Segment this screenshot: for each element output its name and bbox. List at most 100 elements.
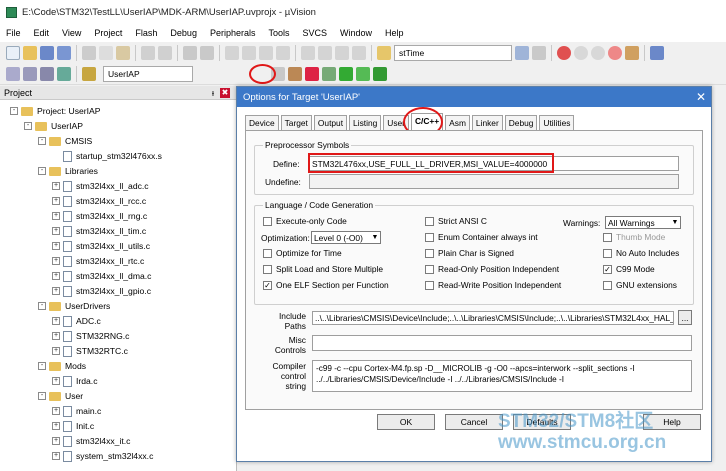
expand-icon[interactable]: +: [52, 212, 60, 220]
tab-debug[interactable]: Debug: [504, 115, 538, 130]
manage-project-items-icon[interactable]: [288, 66, 302, 81]
prev-bookmark-icon[interactable]: [242, 45, 256, 60]
indent-icon[interactable]: [301, 45, 315, 60]
expand-icon[interactable]: +: [52, 332, 60, 340]
expand-icon[interactable]: +: [52, 452, 60, 460]
tree-file-item[interactable]: + stm32l4xx_ll_rcc.c: [52, 194, 146, 208]
tab-linker[interactable]: Linker: [471, 115, 503, 130]
menu-peripherals[interactable]: Peripherals: [210, 28, 256, 38]
rw-pi-checkbox[interactable]: Read-Write Position Independent: [425, 280, 561, 290]
paste-icon[interactable]: [116, 45, 130, 60]
save-icon[interactable]: [40, 45, 54, 60]
ok-button[interactable]: OK: [377, 414, 435, 430]
menu-flash[interactable]: Flash: [135, 28, 157, 38]
expand-icon[interactable]: +: [52, 182, 60, 190]
split-load-checkbox[interactable]: Split Load and Store Multiple: [263, 264, 383, 274]
tab-listing[interactable]: Listing: [349, 115, 382, 130]
menu-debug[interactable]: Debug: [170, 28, 197, 38]
tree-file-item[interactable]: + Irda.c: [52, 374, 98, 388]
expand-icon[interactable]: +: [52, 437, 60, 445]
one-elf-checkbox[interactable]: ✓ One ELF Section per Function: [263, 280, 389, 290]
collapse-icon[interactable]: -: [24, 122, 32, 130]
collapse-icon[interactable]: -: [38, 362, 46, 370]
dialog-close-icon[interactable]: ✕: [691, 90, 711, 104]
pack-installer-icon[interactable]: [305, 66, 319, 81]
open-folder-icon[interactable]: [23, 45, 37, 60]
expand-icon[interactable]: +: [52, 407, 60, 415]
redo-icon[interactable]: [158, 45, 172, 60]
menu-edit[interactable]: Edit: [34, 28, 50, 38]
tree-folder-item[interactable]: - CMSIS: [38, 134, 92, 148]
bookmark-icon[interactable]: [225, 45, 239, 60]
find-in-files-icon[interactable]: [377, 45, 391, 60]
target-select[interactable]: UserIAP: [103, 65, 193, 82]
include-paths-input[interactable]: ..\..\Libraries\CMSIS\Device\Include;..\…: [312, 311, 674, 325]
unindent-icon[interactable]: [318, 45, 332, 60]
clear-bookmarks-icon[interactable]: [276, 45, 290, 60]
cut-icon[interactable]: [82, 45, 96, 60]
tab-utilities[interactable]: Utilities: [539, 115, 575, 130]
new-file-icon[interactable]: [6, 45, 20, 60]
cancel-button[interactable]: Cancel: [445, 414, 503, 430]
tree-file-item[interactable]: + main.c: [52, 404, 101, 418]
collapse-icon[interactable]: -: [38, 167, 46, 175]
gnu-extensions-checkbox[interactable]: GNU extensions: [603, 280, 677, 290]
collapse-icon[interactable]: -: [10, 107, 18, 115]
nav-forward-icon[interactable]: [200, 45, 214, 60]
menu-window[interactable]: Window: [340, 28, 372, 38]
tree-folder-item[interactable]: - Libraries: [38, 164, 98, 178]
expand-icon[interactable]: +: [52, 197, 60, 205]
undefine-input[interactable]: [309, 174, 679, 189]
find-icon[interactable]: [515, 45, 529, 60]
collapse-icon[interactable]: -: [38, 392, 46, 400]
find-combo[interactable]: stTime: [394, 44, 512, 61]
tree-file-item[interactable]: + stm32l4xx_ll_rng.c: [52, 209, 147, 223]
expand-icon[interactable]: +: [52, 242, 60, 250]
menu-help[interactable]: Help: [385, 28, 404, 38]
tree-file-item[interactable]: + system_stm32l4xx.c: [52, 449, 153, 463]
debug-start-icon[interactable]: [557, 45, 571, 60]
expand-icon[interactable]: +: [52, 287, 60, 295]
close-icon[interactable]: ✖: [220, 87, 230, 98]
tab-target[interactable]: Target: [280, 115, 312, 130]
tree-file-item[interactable]: startup_stm32l476xx.s: [52, 149, 162, 163]
next-bookmark-icon[interactable]: [259, 45, 273, 60]
translate-icon[interactable]: [6, 66, 20, 81]
tree-file-item[interactable]: + stm32l4xx_ll_gpio.c: [52, 284, 151, 298]
copy-icon[interactable]: [99, 45, 113, 60]
menu-project[interactable]: Project: [94, 28, 122, 38]
breakpoint-icon[interactable]: [574, 45, 588, 60]
collapse-icon[interactable]: -: [38, 302, 46, 310]
manage-rte-icon[interactable]: [339, 66, 353, 81]
uncomment-icon[interactable]: [352, 45, 366, 60]
tree-file-item[interactable]: + stm32l4xx_ll_tim.c: [52, 224, 146, 238]
no-auto-includes-checkbox[interactable]: No Auto Includes: [603, 248, 679, 258]
plain-char-checkbox[interactable]: Plain Char is Signed: [425, 248, 514, 258]
tree-file-item[interactable]: + stm32l4xx_ll_rtc.c: [52, 254, 144, 268]
c99-mode-checkbox[interactable]: ✓ C99 Mode: [603, 264, 655, 274]
download-icon[interactable]: [82, 66, 96, 81]
expand-icon[interactable]: +: [52, 422, 60, 430]
tab-output[interactable]: Output: [313, 115, 348, 130]
tree-file-item[interactable]: + stm32l4xx_ll_adc.c: [52, 179, 149, 193]
disable-breakpoint-icon[interactable]: [591, 45, 605, 60]
optimization-select[interactable]: Level 0 (-O0) ▼: [311, 231, 381, 244]
warnings-select[interactable]: All Warnings ▼: [605, 216, 681, 229]
tree-file-item[interactable]: + stm32l4xx_it.c: [52, 434, 130, 448]
menu-svcs[interactable]: SVCS: [303, 28, 328, 38]
tab-device[interactable]: Device: [245, 115, 279, 130]
expand-icon[interactable]: +: [52, 377, 60, 385]
strict-ansi-checkbox[interactable]: Strict ANSI C: [425, 216, 487, 226]
execute-only-checkbox[interactable]: Execute-only Code: [263, 216, 347, 226]
optimize-time-checkbox[interactable]: Optimize for Time: [263, 248, 342, 258]
software-packs-icon[interactable]: [356, 66, 370, 81]
tree-file-item[interactable]: + STM32RTC.c: [52, 344, 128, 358]
tree-folder-item[interactable]: - Mods: [38, 359, 86, 373]
tree-file-item[interactable]: + STM32RNG.c: [52, 329, 129, 343]
menu-view[interactable]: View: [62, 28, 81, 38]
tree-file-item[interactable]: + Init.c: [52, 419, 94, 433]
tree-root-item[interactable]: - Project: UserIAP: [10, 104, 101, 118]
window-layout-icon[interactable]: [650, 45, 664, 60]
incremental-find-icon[interactable]: [532, 45, 546, 60]
pin-icon[interactable]: ᵻ: [212, 88, 214, 98]
